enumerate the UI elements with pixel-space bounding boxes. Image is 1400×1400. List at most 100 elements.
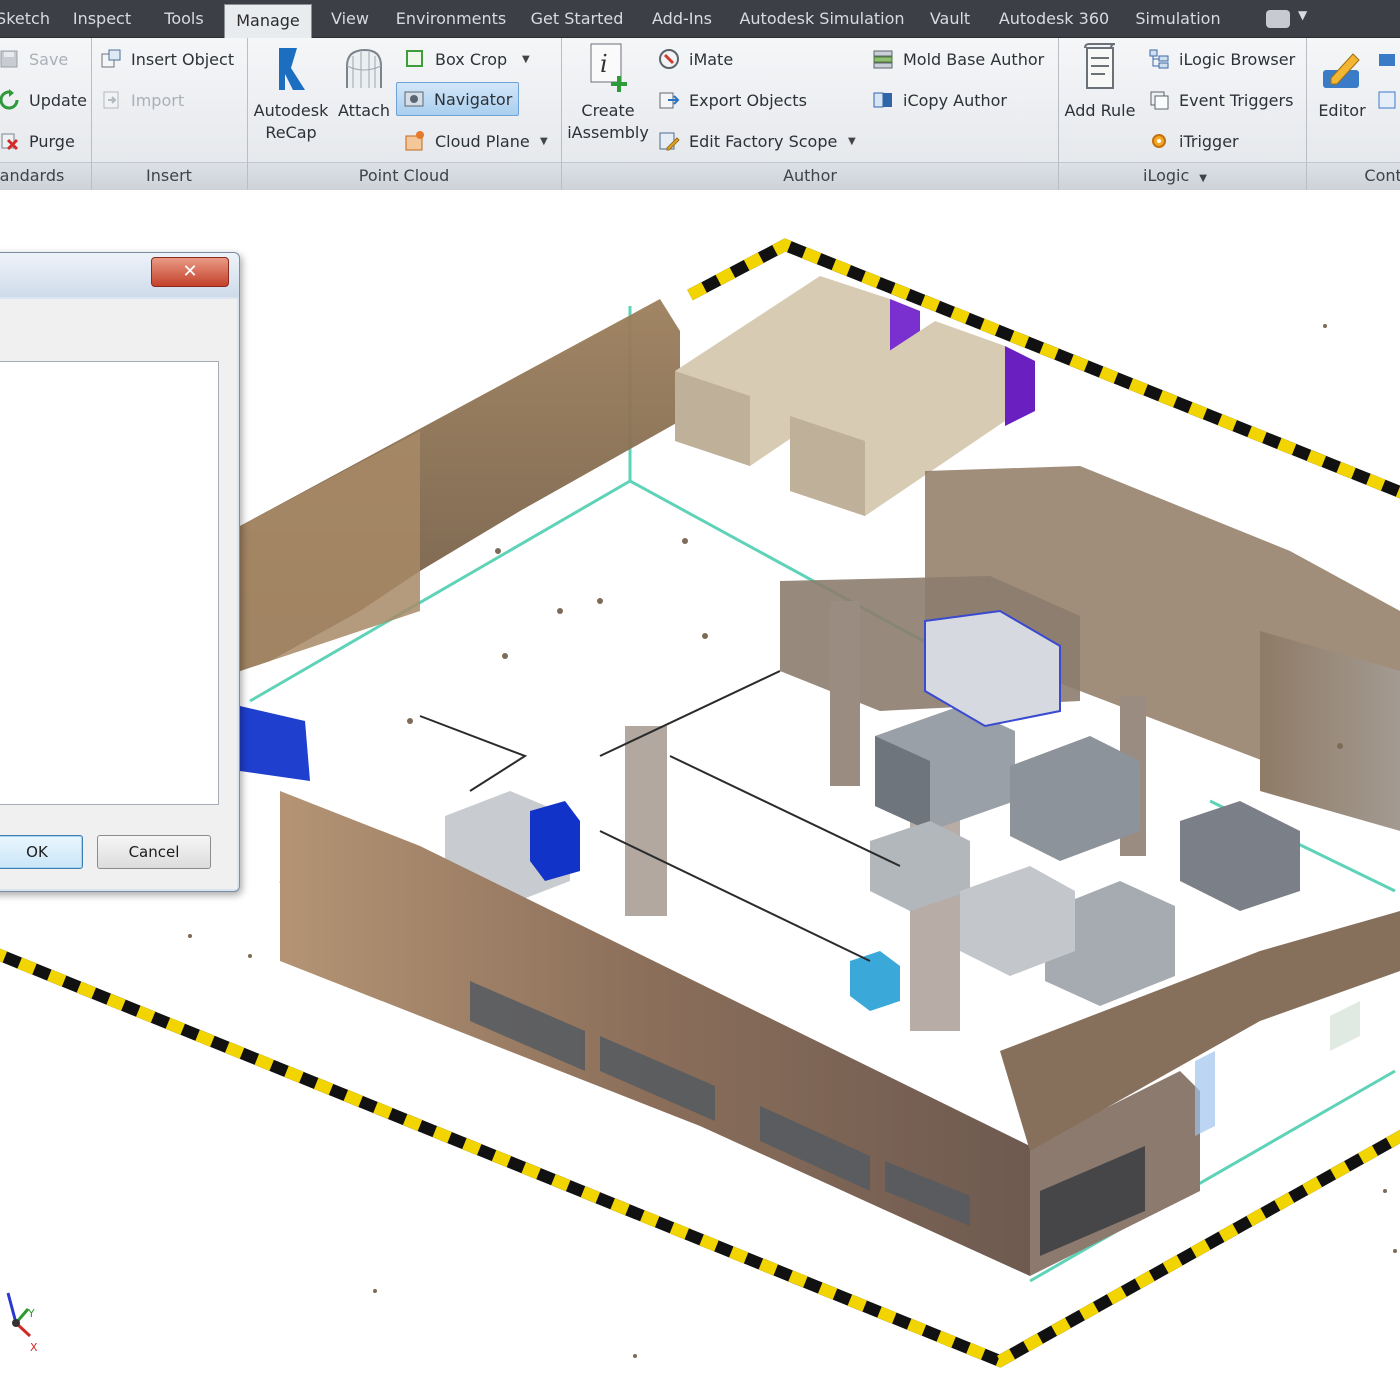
box-crop-dropdown-icon[interactable]: ▼ (522, 54, 530, 65)
attach-label: Attach (338, 101, 390, 120)
triad-x-label: X (30, 1341, 38, 1354)
icopy-author-icon (873, 92, 892, 108)
import-label: Import (131, 90, 185, 110)
tab-autodesk-simulation[interactable]: Autodesk Simulation (734, 0, 910, 38)
create-label-line2: iAssembly (567, 123, 649, 142)
panel-separator (1058, 38, 1059, 190)
column-1 (830, 601, 860, 786)
cloud-plane-button[interactable]: Cloud Plane (404, 130, 530, 152)
imate-button[interactable]: iMate (658, 48, 733, 70)
event-triggers-icon (1150, 91, 1169, 110)
cloud-plane-label: Cloud Plane (435, 131, 530, 151)
view-cube-triad[interactable]: Y X (6, 1292, 38, 1354)
contents-tool-button-2[interactable] (1376, 89, 1400, 111)
add-rule-button[interactable]: Add Rule (1062, 42, 1138, 122)
panel-visibility-icon[interactable] (1266, 10, 1290, 28)
author-panel-title[interactable]: Author (562, 166, 1058, 185)
point-cloud-blue-object (1195, 1051, 1215, 1136)
dialog-title-bar[interactable]: ✕ (0, 253, 239, 297)
add-rule-scroll-icon (1084, 43, 1116, 89)
box-crop-icon (406, 50, 423, 67)
editor-pencil-icon (1323, 53, 1360, 88)
imate-label: iMate (689, 49, 734, 69)
dialog-window: ✕ OK Cancel (0, 252, 240, 892)
close-icon: ✕ (182, 261, 198, 282)
dialog-list-box[interactable] (0, 361, 219, 805)
event-triggers-button[interactable]: Event Triggers (1148, 89, 1293, 111)
create-iassembly-button[interactable]: i Create iAssembly (566, 42, 650, 144)
ribbon: Save Update Purge andards Insert Object … (0, 38, 1400, 190)
import-button[interactable]: Import (100, 89, 184, 111)
mold-base-author-button[interactable]: Mold Base Author (872, 48, 1044, 70)
icopy-author-label: iCopy Author (903, 90, 1007, 110)
update-icon (0, 89, 19, 110)
ok-button[interactable]: OK (0, 835, 83, 869)
tab-add-ins[interactable]: Add-Ins (642, 0, 722, 38)
dialog-close-button[interactable]: ✕ (151, 257, 229, 287)
ribbon-tab-bar: Sketch Inspect Tools Manage View Environ… (0, 0, 1400, 38)
update-button[interactable]: Update (0, 89, 87, 111)
contents-panel-title[interactable]: Conte (1358, 166, 1400, 185)
cancel-button[interactable]: Cancel (97, 835, 211, 869)
tab-get-started[interactable]: Get Started (524, 0, 630, 38)
tab-vault[interactable]: Vault (920, 0, 980, 38)
ilogic-dropdown-icon: ▼ (1199, 173, 1207, 184)
imate-icon (659, 49, 679, 69)
event-triggers-label: Event Triggers (1179, 90, 1294, 110)
insert-panel-title[interactable]: Insert (92, 166, 246, 185)
edit-factory-scope-icon (659, 132, 680, 151)
export-objects-label: Export Objects (689, 90, 807, 110)
recap-label-line1: Autodesk (253, 101, 329, 120)
mold-base-author-icon (873, 50, 893, 69)
column-3 (625, 726, 667, 916)
editor-label: Editor (1318, 101, 1366, 120)
create-iassembly-icon: i (590, 43, 627, 92)
navigator-button[interactable]: Navigator (396, 82, 520, 116)
export-objects-button[interactable]: Export Objects (658, 89, 807, 111)
ilogic-browser-label: iLogic Browser (1179, 49, 1296, 69)
itrigger-label: iTrigger (1179, 131, 1239, 151)
insert-object-label: Insert Object (131, 49, 235, 69)
editor-button[interactable]: Editor (1310, 44, 1374, 122)
tab-inspect[interactable]: Inspect (64, 0, 140, 38)
edit-factory-scope-label: Edit Factory Scope (689, 131, 838, 151)
navigator-label: Navigator (434, 89, 513, 109)
save-label: Save (29, 49, 69, 69)
save-button[interactable]: Save (0, 48, 68, 70)
icopy-author-button[interactable]: iCopy Author (872, 89, 1007, 111)
tab-overflow-arrow-icon[interactable]: ▼ (1298, 8, 1307, 22)
edit-factory-scope-dropdown-icon[interactable]: ▼ (848, 136, 856, 147)
save-icon (0, 50, 18, 68)
point-cloud-panel-title[interactable]: Point Cloud (248, 166, 560, 185)
attach-button[interactable]: Attach (336, 44, 392, 122)
purge-icon (1, 133, 19, 151)
recap-label-line2: ReCap (265, 123, 317, 142)
recap-logo-icon (279, 48, 305, 90)
itrigger-icon (1152, 134, 1166, 148)
purge-label: Purge (29, 131, 75, 151)
contents-tool-button-1[interactable] (1376, 48, 1400, 70)
tab-sketch[interactable]: Sketch (0, 0, 52, 38)
box-crop-button[interactable]: Box Crop (404, 48, 507, 70)
autodesk-recap-button[interactable]: Autodesk ReCap (252, 44, 330, 144)
tab-manage[interactable]: Manage (224, 4, 312, 38)
insert-object-button[interactable]: Insert Object (100, 48, 234, 70)
mold-base-author-label: Mold Base Author (903, 49, 1045, 69)
triad-y-label: Y (27, 1307, 35, 1320)
tab-autodesk-360[interactable]: Autodesk 360 (992, 0, 1116, 38)
svg-text:i: i (600, 50, 608, 78)
tab-view[interactable]: View (322, 0, 378, 38)
standards-panel-title[interactable]: andards (0, 166, 68, 185)
ilogic-panel-title[interactable]: iLogic ▼ (1130, 166, 1220, 185)
itrigger-button[interactable]: iTrigger (1148, 130, 1239, 152)
cloud-plane-dropdown-icon[interactable]: ▼ (540, 136, 548, 147)
add-rule-label: Add Rule (1064, 101, 1136, 120)
ilogic-browser-icon (1149, 49, 1169, 69)
tab-simulation[interactable]: Simulation (1128, 0, 1228, 38)
purge-button[interactable]: Purge (0, 130, 75, 152)
tab-environments[interactable]: Environments (390, 0, 512, 38)
tab-tools[interactable]: Tools (152, 0, 216, 38)
edit-factory-scope-button[interactable]: Edit Factory Scope (658, 130, 837, 152)
ilogic-browser-button[interactable]: iLogic Browser (1148, 48, 1295, 70)
contents-tool-icon (1378, 91, 1396, 109)
